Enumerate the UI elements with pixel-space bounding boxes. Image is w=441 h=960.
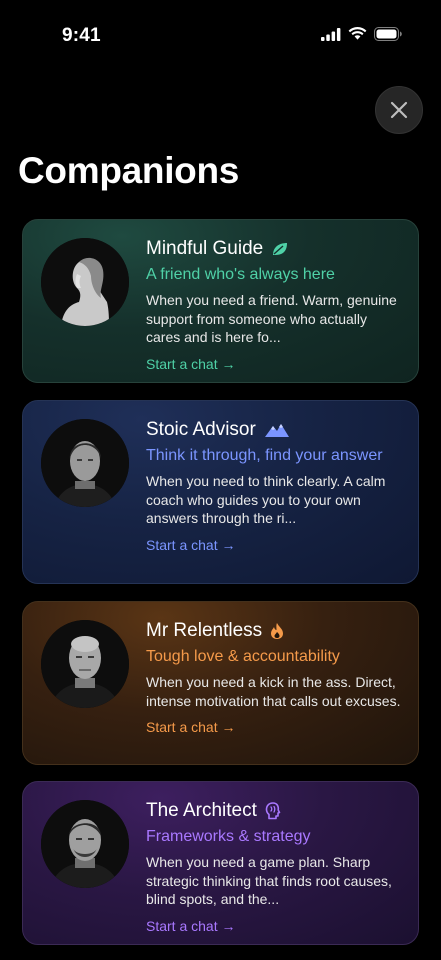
companion-name: Mindful Guide	[146, 238, 264, 259]
companion-description: When you need a kick in the ass. Direct,…	[146, 674, 401, 709]
companion-description: When you need to think clearly. A calm c…	[146, 473, 386, 526]
companion-description: When you need a friend. Warm, genuine su…	[146, 292, 397, 345]
avatar	[41, 238, 129, 326]
card-name-row: The Architect	[146, 800, 402, 822]
card-body: Mindful Guide A friend who's always here…	[146, 220, 402, 374]
status-icons	[321, 27, 403, 41]
brain-icon	[265, 802, 281, 820]
start-chat-link[interactable]: Start a chat →	[146, 356, 235, 372]
card-name-row: Mindful Guide	[146, 238, 402, 260]
companion-card-stoic-advisor[interactable]: Stoic Advisor Think it through, find you…	[22, 400, 419, 584]
avatar	[41, 800, 129, 888]
companion-tagline: Frameworks & strategy	[146, 828, 311, 845]
start-chat-link[interactable]: Start a chat →	[146, 537, 235, 553]
cellular-signal-icon	[321, 27, 341, 41]
close-icon	[390, 101, 408, 119]
companion-card-the-architect[interactable]: The Architect Frameworks & strategy When…	[22, 781, 419, 945]
card-name-row: Mr Relentless	[146, 620, 402, 642]
page-title: Companions	[18, 150, 240, 191]
start-chat-link[interactable]: Start a chat →	[146, 918, 235, 934]
companion-name: Stoic Advisor	[146, 419, 256, 440]
companion-name: The Architect	[146, 800, 257, 821]
card-body: The Architect Frameworks & strategy When…	[146, 782, 402, 936]
status-time: 9:41	[62, 25, 101, 46]
companion-name: Mr Relentless	[146, 620, 263, 641]
companion-description: When you need a game plan. Sharp strateg…	[146, 854, 392, 907]
close-button[interactable]	[375, 86, 423, 134]
leaf-icon	[273, 243, 288, 255]
battery-icon	[374, 27, 402, 41]
card-body: Stoic Advisor Think it through, find you…	[146, 401, 402, 555]
card-name-row: Stoic Advisor	[146, 419, 402, 441]
mountain-icon	[264, 424, 289, 437]
companion-card-mindful-guide[interactable]: Mindful Guide A friend who's always here…	[22, 219, 419, 383]
companion-card-mr-relentless[interactable]: Mr Relentless Tough love & accountabilit…	[22, 601, 419, 765]
card-body: Mr Relentless Tough love & accountabilit…	[146, 602, 402, 737]
wifi-icon	[348, 27, 367, 40]
status-bar: 9:41	[0, 0, 441, 60]
companion-tagline: Tough love & accountability	[146, 648, 340, 665]
avatar	[41, 620, 129, 708]
avatar	[41, 419, 129, 507]
start-chat-link[interactable]: Start a chat →	[146, 719, 235, 735]
companion-tagline: Think it through, find your answer	[146, 447, 383, 464]
companion-tagline: A friend who's always here	[146, 266, 335, 283]
flame-icon	[271, 623, 284, 639]
